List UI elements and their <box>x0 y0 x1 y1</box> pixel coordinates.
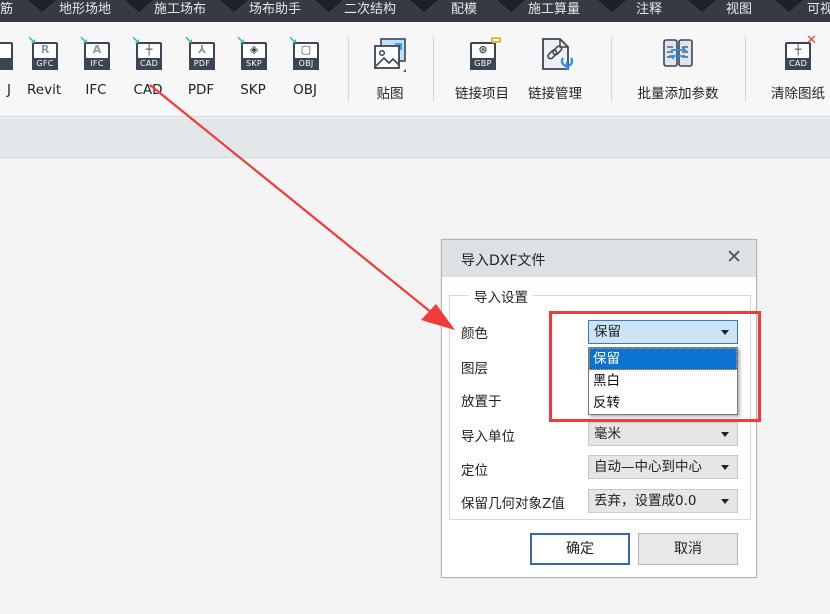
annotation-arrow <box>149 84 455 330</box>
annotation-arrow-line <box>149 84 433 314</box>
